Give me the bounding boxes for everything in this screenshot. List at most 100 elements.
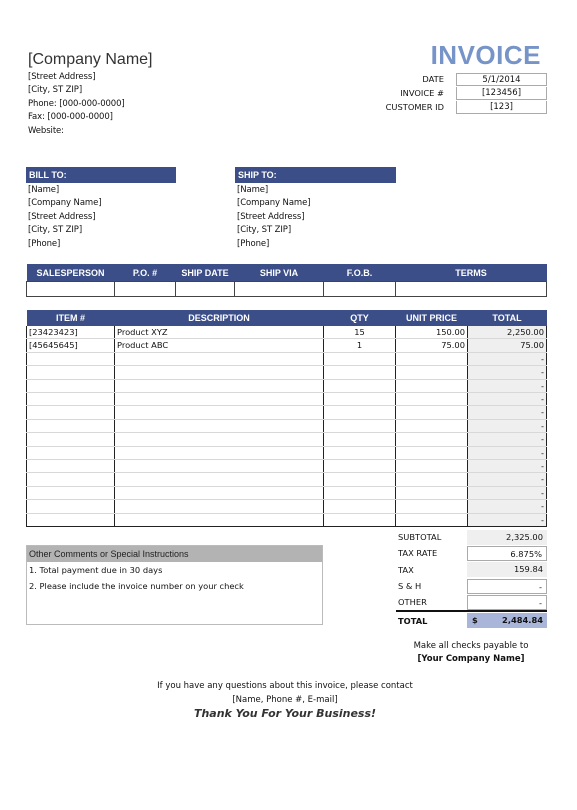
qty-cell[interactable] (323, 446, 396, 461)
ship-via-field[interactable] (234, 281, 324, 297)
date-field[interactable]: 5/1/2014 (456, 72, 547, 86)
line-item-row: - (26, 352, 547, 367)
po-number-field[interactable] (114, 281, 176, 297)
item-number-cell[interactable] (26, 392, 115, 407)
qty-cell[interactable] (323, 459, 396, 474)
qty-cell[interactable] (323, 513, 396, 528)
item-number-cell[interactable] (26, 419, 115, 434)
ship-to-company[interactable]: [Company Name] (237, 197, 396, 210)
unit-price-cell[interactable] (395, 446, 468, 461)
description-cell[interactable] (114, 459, 324, 474)
invoice-number-field[interactable]: [123456] (456, 86, 547, 100)
unit-price-cell[interactable] (395, 432, 468, 447)
unit-price-cell[interactable]: 75.00 (395, 338, 468, 353)
ship-date-field[interactable] (175, 281, 235, 297)
tax-rate-row: TAX RATE 6.875% (396, 545, 547, 561)
bill-to-phone[interactable]: [Phone] (28, 238, 176, 251)
tax-rate-field[interactable]: 6.875% (467, 545, 547, 561)
comment-line[interactable]: 2. Please include the invoice number on … (27, 578, 322, 594)
ship-to-street[interactable]: [Street Address] (237, 211, 396, 224)
item-number-cell[interactable]: [45645645] (26, 338, 115, 353)
description-cell[interactable] (114, 446, 324, 461)
qty-cell[interactable] (323, 352, 396, 367)
qty-cell[interactable] (323, 419, 396, 434)
description-cell[interactable] (114, 365, 324, 380)
bill-to-city[interactable]: [City, ST ZIP] (28, 224, 176, 237)
line-total-cell: 2,250.00 (467, 326, 547, 340)
item-number-cell[interactable] (26, 513, 115, 528)
item-number-cell[interactable] (26, 379, 115, 394)
unit-price-cell[interactable]: 150.00 (395, 326, 468, 340)
bill-to-street[interactable]: [Street Address] (28, 211, 176, 224)
unit-price-cell[interactable] (395, 405, 468, 420)
description-cell[interactable] (114, 392, 324, 407)
qty-cell[interactable] (323, 432, 396, 447)
description-cell[interactable] (114, 419, 324, 434)
description-cell[interactable]: Product XYZ (114, 326, 324, 340)
ship-to-city[interactable]: [City, ST ZIP] (237, 224, 396, 237)
item-number-cell[interactable] (26, 446, 115, 461)
qty-cell[interactable] (323, 405, 396, 420)
qty-cell[interactable] (323, 486, 396, 501)
description-cell[interactable] (114, 472, 324, 487)
unit-price-cell[interactable] (395, 459, 468, 474)
terms-field[interactable] (395, 281, 547, 297)
unit-price-cell[interactable] (395, 365, 468, 380)
qty-cell[interactable] (323, 499, 396, 514)
totals-section: SUBTOTAL 2,325.00 TAX RATE 6.875% TAX 15… (396, 529, 547, 629)
tax-row: TAX 159.84 (396, 562, 547, 578)
unit-price-cell[interactable] (395, 379, 468, 394)
qty-cell[interactable]: 15 (323, 326, 396, 340)
company-fax: Fax: [000-000-0000] (28, 112, 113, 123)
line-total-cell: - (467, 379, 547, 394)
qty-cell[interactable]: 1 (323, 338, 396, 353)
ship-to-phone[interactable]: [Phone] (237, 238, 396, 251)
item-number-cell[interactable] (26, 432, 115, 447)
item-number-cell[interactable] (26, 352, 115, 367)
description-cell[interactable]: Product ABC (114, 338, 324, 353)
shipping-handling-field[interactable]: - (467, 578, 547, 594)
description-cell[interactable] (114, 432, 324, 447)
description-cell[interactable] (114, 499, 324, 514)
line-total-cell: - (467, 392, 547, 407)
item-number-cell[interactable]: [23423423] (26, 326, 115, 340)
bill-to-company[interactable]: [Company Name] (28, 197, 176, 210)
item-number-cell[interactable] (26, 486, 115, 501)
unit-price-cell[interactable] (395, 419, 468, 434)
unit-price-cell[interactable] (395, 486, 468, 501)
qty-cell[interactable] (323, 365, 396, 380)
description-cell[interactable] (114, 486, 324, 501)
line-total-cell: - (467, 405, 547, 420)
item-number-cell[interactable] (26, 459, 115, 474)
line-total-cell: - (467, 513, 547, 528)
qty-cell[interactable] (323, 379, 396, 394)
meta-row-customer-id: CUSTOMER ID [123] (380, 100, 547, 114)
company-street: [Street Address] (28, 72, 96, 82)
qty-cell[interactable] (323, 392, 396, 407)
ship-to-name[interactable]: [Name] (237, 184, 396, 197)
line-total-cell: - (467, 365, 547, 380)
company-city: [City, ST ZIP] (28, 85, 83, 96)
item-number-cell[interactable] (26, 472, 115, 487)
description-cell[interactable] (114, 405, 324, 420)
unit-price-cell[interactable] (395, 499, 468, 514)
description-cell[interactable] (114, 513, 324, 528)
other-field[interactable]: - (467, 594, 547, 610)
bill-to-name[interactable]: [Name] (28, 184, 176, 197)
unit-price-cell[interactable] (395, 392, 468, 407)
unit-price-cell[interactable] (395, 513, 468, 528)
comment-line[interactable]: 1. Total payment due in 30 days (27, 562, 322, 578)
description-cell[interactable] (114, 379, 324, 394)
unit-price-cell[interactable] (395, 472, 468, 487)
qty-cell[interactable] (323, 472, 396, 487)
item-number-cell[interactable] (26, 499, 115, 514)
contact-line: If you have any questions about this inv… (157, 681, 413, 691)
description-cell[interactable] (114, 352, 324, 367)
item-number-cell[interactable] (26, 405, 115, 420)
customer-id-field[interactable]: [123] (456, 100, 547, 114)
unit-price-cell[interactable] (395, 352, 468, 367)
salesperson-field[interactable] (26, 281, 115, 297)
item-number-cell[interactable] (26, 365, 115, 380)
line-item-row: - (26, 392, 547, 407)
fob-field[interactable] (323, 281, 396, 297)
